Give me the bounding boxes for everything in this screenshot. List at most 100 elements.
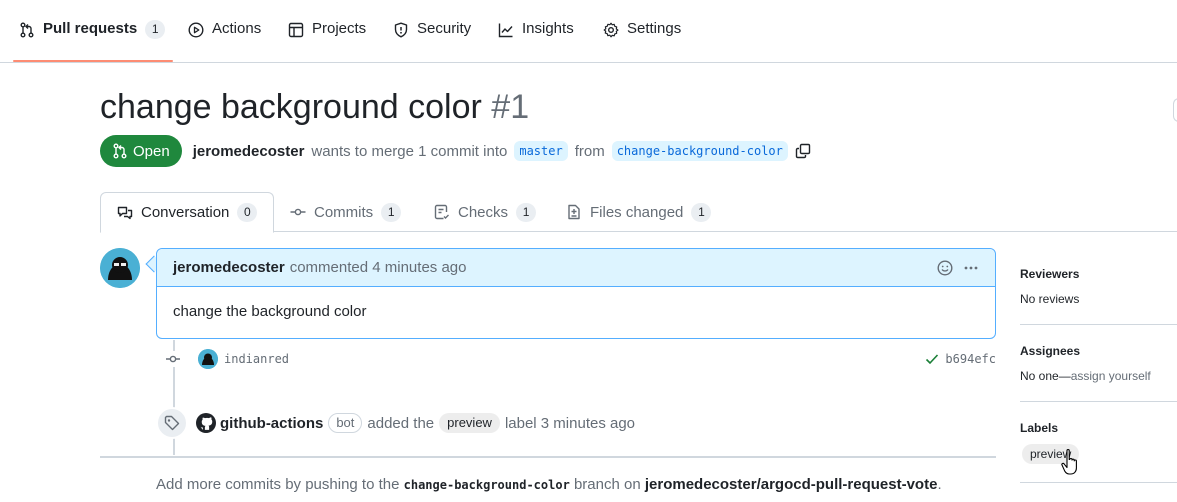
sidebar-divider [1020,324,1177,325]
conversation-counter: 0 [237,203,258,222]
tab-security[interactable]: Security [393,20,471,58]
tab-label: Projects [312,20,367,37]
push-hint-repo[interactable]: jeromedecoster/argocd-pull-request-vote [645,476,938,493]
timeline-commit: indianred b694efc [160,348,996,370]
tab-projects[interactable]: Projects [288,20,366,58]
tab-label: Insights [522,20,574,37]
tab-label: Security [417,20,472,37]
push-hint-mid: branch on [573,476,641,493]
label-event-post: label 3 minutes ago [504,414,636,432]
avatar-image [100,248,140,288]
status-label: Open [133,142,170,160]
github-logo-icon[interactable] [196,413,216,433]
reviewers-value: No reviews [1020,292,1080,306]
assignees-text: No one— [1020,369,1071,383]
git-commit-icon [290,208,306,216]
table-icon [288,22,304,38]
avatar[interactable] [198,349,218,369]
tab-label: Actions [212,20,262,37]
smiley-icon[interactable] [937,259,953,276]
tag-icon [164,415,180,431]
checklist-icon [434,204,449,220]
tab-commits[interactable]: Commits 1 [274,192,417,232]
comment-body: change the background color [173,303,367,320]
checks-counter: 1 [516,202,537,222]
gear-icon [603,22,619,38]
label-pill[interactable]: preview [439,413,500,433]
sidebar-divider [1020,401,1177,402]
sidebar-divider [1020,482,1177,483]
commit-sha-link[interactable]: b694efc [945,352,996,366]
pr-tabs: Conversation 0 Commits 1 Checks 1 Files … [100,192,1177,233]
commits-counter: 1 [381,202,402,222]
tab-insights[interactable]: Insights [498,20,574,58]
pull-requests-counter: 1 [145,20,166,39]
pr-number: #1 [491,88,530,126]
comment-author-link[interactable]: jeromedecoster [173,259,285,276]
labels-title[interactable]: Labels [1020,421,1177,435]
comment-time[interactable]: commented 4 minutes ago [290,259,467,276]
tab-label: Settings [627,20,682,37]
pr-meta: Open jeromedecoster wants to merge 1 com… [100,135,811,167]
tab-conversation[interactable]: Conversation 0 [100,192,275,233]
sidebar-assignees: Assignees No one—assign yourself [1020,344,1177,383]
kebab-horizontal-icon[interactable] [963,260,979,276]
from-text: from [574,142,605,160]
pr-meta-text: wants to merge 1 commit into [311,142,508,160]
label-event-pre: added the [367,414,435,432]
repo-nav: Pull requests 1 Actions Projects Securit… [0,0,1177,63]
push-hint: Add more commits by pushing to the chang… [156,476,942,493]
comment-discussion-icon [117,206,133,219]
timeline-divider [100,456,996,458]
git-pull-request-icon [113,143,127,159]
git-commit-icon [165,351,181,367]
copy-icon[interactable] [795,143,811,159]
tab-label: Conversation [141,204,230,221]
edit-button[interactable] [1173,98,1177,122]
push-hint-end: . [937,476,942,493]
tab-settings[interactable]: Settings [603,20,681,58]
page-title: change background color #1 [100,88,529,127]
avatar[interactable] [100,248,140,288]
check-icon[interactable] [924,351,940,367]
label-event: github-actions bot added the preview lab… [156,407,636,439]
commit-message-link[interactable]: indianred [224,352,289,366]
comment-actions [937,259,979,276]
pr-author-link[interactable]: jeromedecoster [193,143,305,160]
pr-title-text: change background color [100,88,482,126]
assignees-value: No one—assign yourself [1020,369,1177,383]
sidebar-labels: Labels preview [1020,421,1177,464]
tab-pull-requests[interactable]: Pull requests 1 [19,20,166,58]
selected-tab-underline [13,60,173,62]
sidebar-reviewers: Reviewers No reviews [1020,267,1177,306]
tab-files-changed[interactable]: Files changed 1 [550,192,727,232]
shield-icon [394,22,408,38]
reviewers-title[interactable]: Reviewers [1020,267,1177,281]
push-hint-branch: change-background-color [403,478,570,492]
git-pull-request-icon [20,22,34,38]
pr-comment: jeromedecoster commented 4 minutes ago c… [156,248,996,339]
tab-label: Files changed [590,203,684,221]
tab-checks[interactable]: Checks 1 [418,192,552,232]
head-branch[interactable]: change-background-color [611,141,788,161]
tab-actions[interactable]: Actions [188,20,261,58]
hand-cursor-icon [1061,449,1077,475]
tab-label: Commits [314,203,374,221]
status-badge: Open [100,135,182,167]
files-changed-counter: 1 [691,202,712,222]
graph-icon [498,23,513,38]
file-diff-icon [568,204,580,220]
push-hint-pre: Add more commits by pushing to the [156,476,400,493]
commit-status: b694efc [924,351,996,367]
play-icon [188,22,204,38]
assignees-title[interactable]: Assignees [1020,344,1177,358]
tab-label: Pull requests [43,20,138,37]
assign-yourself-link[interactable]: assign yourself [1071,369,1151,383]
tab-label: Checks [458,203,509,221]
label-actor-link[interactable]: github-actions [220,415,323,432]
bot-badge: bot [328,413,363,433]
comment-header: jeromedecoster commented 4 minutes ago [157,249,995,287]
avatar-image [198,349,218,369]
base-branch[interactable]: master [514,141,568,161]
tag-badge [156,407,188,439]
